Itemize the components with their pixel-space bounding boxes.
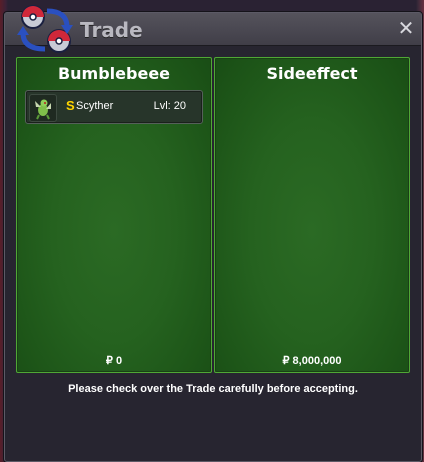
title-bar[interactable]: Trade ✕ xyxy=(5,5,421,53)
partner-offer-panel: Sideeffect ₽ 8,000,000 xyxy=(214,57,410,373)
item-level: Lvl: 20 xyxy=(153,100,186,112)
scyther-icon xyxy=(29,94,57,122)
pokeball-logo-icon xyxy=(17,5,73,53)
trade-warning-text: Please check over the Trade carefully be… xyxy=(68,383,358,395)
player-name: Bumblebeee xyxy=(57,64,171,83)
trade-item-row[interactable]: S Scyther Lvl: 20 xyxy=(25,90,203,124)
money-offer: ₽ 0 xyxy=(105,355,123,367)
player-name: Sideeffect xyxy=(266,64,358,83)
trade-window: Trade ✕ Bumblebeee S Scyther Lvl: 20 ₽ 0… xyxy=(4,5,422,462)
window-title: Trade xyxy=(80,18,143,42)
item-name: Scyther xyxy=(76,100,114,112)
close-button[interactable]: ✕ xyxy=(397,18,415,38)
my-offer-panel: Bumblebeee S Scyther Lvl: 20 ₽ 0 xyxy=(16,57,212,373)
money-offer: ₽ 8,000,000 xyxy=(282,355,342,367)
